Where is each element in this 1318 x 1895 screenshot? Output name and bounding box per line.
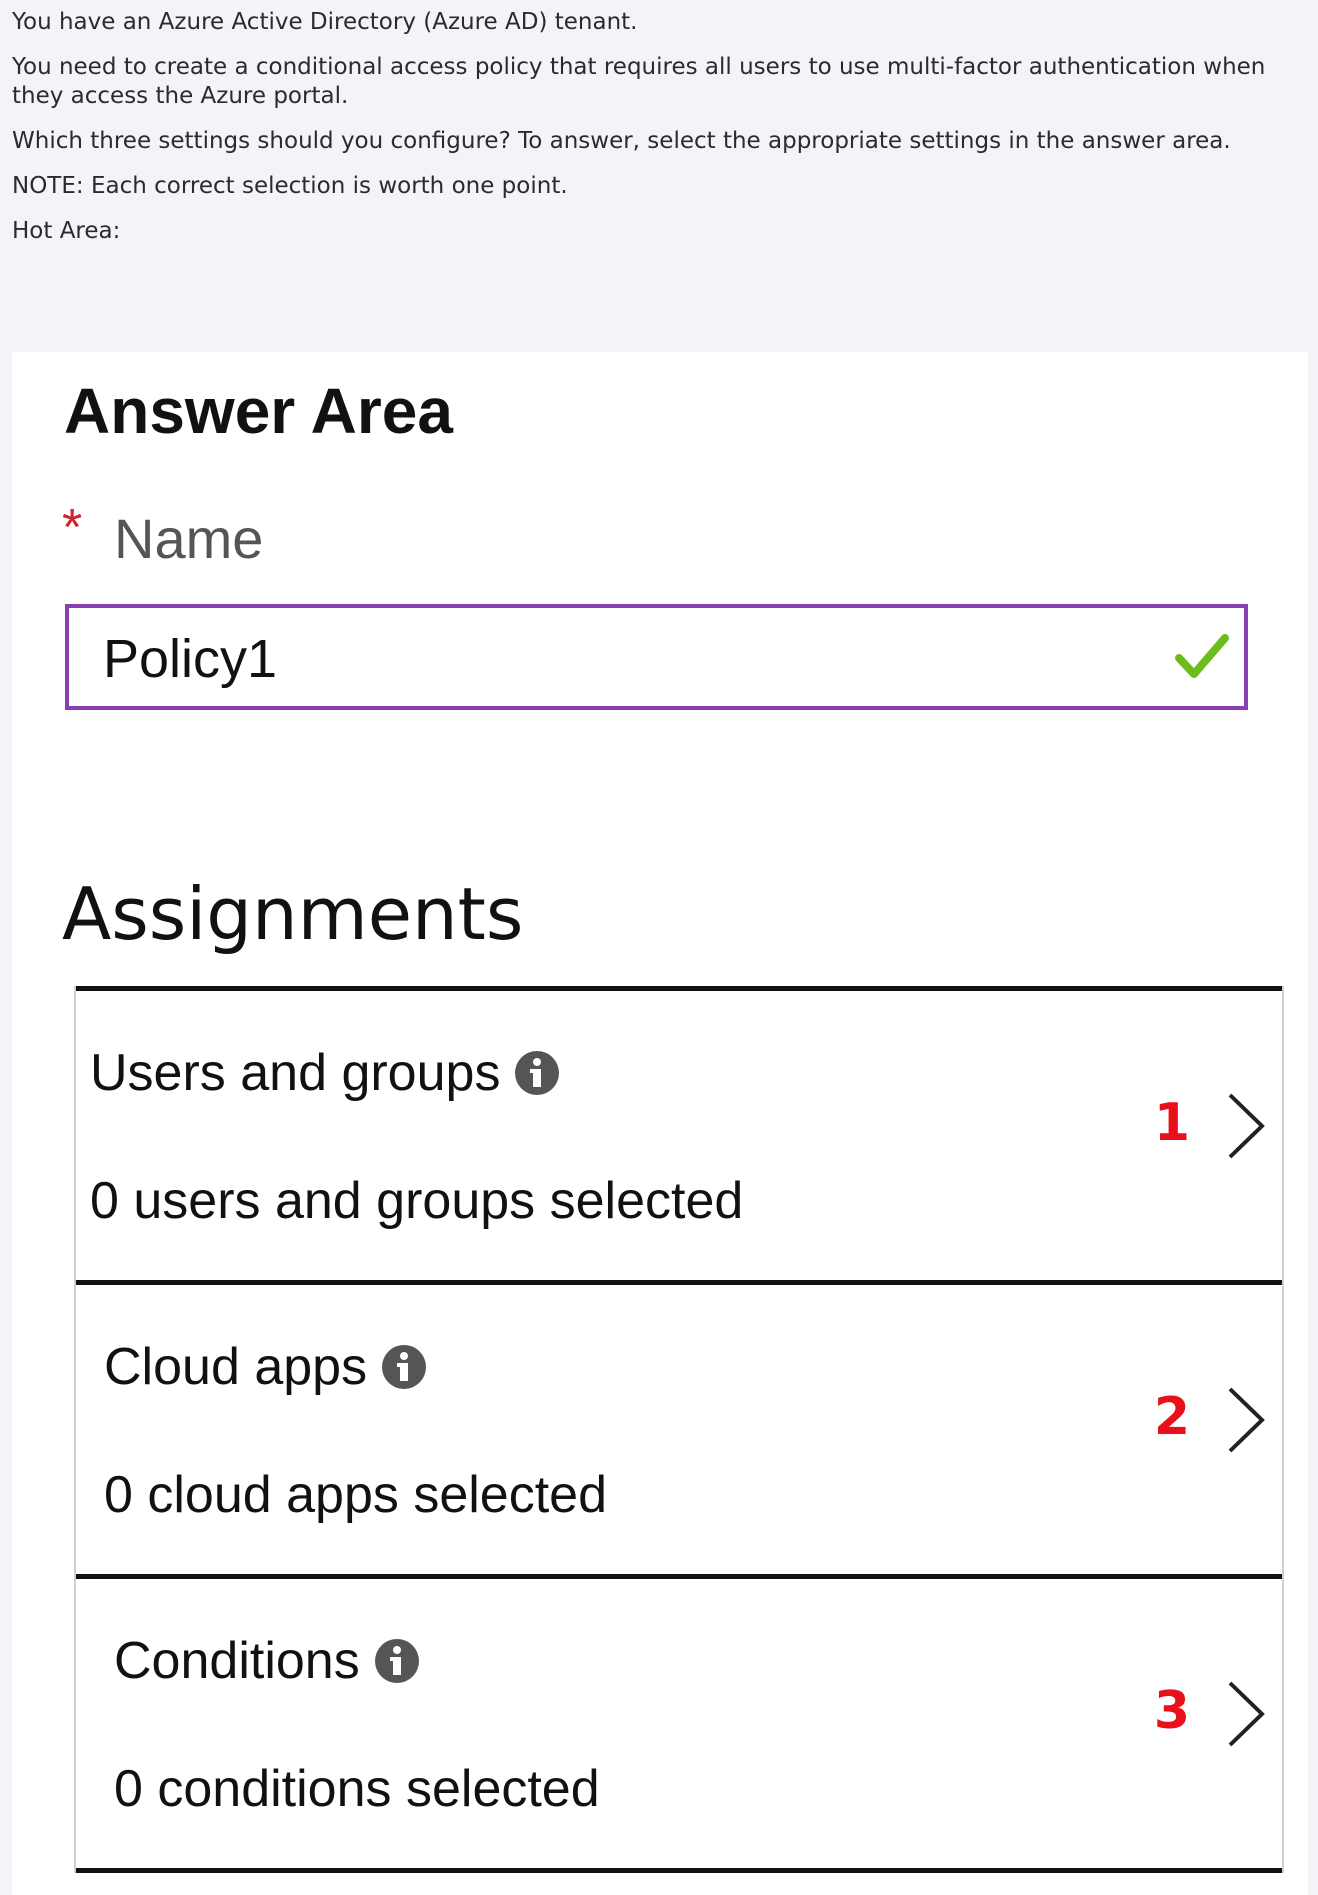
question-line: Which three settings should you configur…: [12, 128, 1231, 154]
row-summary: 0 users and groups selected: [90, 1172, 744, 1230]
info-icon: [382, 1345, 427, 1389]
chevron-right-icon[interactable]: [1224, 1091, 1268, 1161]
row-summary: 0 cloud apps selected: [104, 1466, 608, 1524]
answer-area: Answer Area * Name Policy1 Assignments U…: [12, 352, 1308, 1895]
answer-area-title: Answer Area: [64, 375, 453, 447]
required-marker: *: [62, 499, 83, 557]
info-icon: [515, 1051, 560, 1095]
question-line: You need to create a conditional access …: [12, 54, 1266, 109]
assignment-row-conditions[interactable]: Conditions 0 conditions selected 3: [76, 1574, 1282, 1873]
row-title: Cloud apps: [104, 1337, 427, 1397]
chevron-right-icon[interactable]: [1224, 1679, 1268, 1749]
name-input[interactable]: Policy1: [65, 604, 1248, 710]
hotspot-number: 3: [1153, 1681, 1190, 1741]
row-title-text: Conditions: [114, 1632, 360, 1690]
assignment-row-users-and-groups[interactable]: Users and groups 0 users and groups sele…: [76, 986, 1282, 1280]
row-title-text: Cloud apps: [104, 1338, 368, 1396]
hotspot-number: 1: [1153, 1093, 1190, 1153]
chevron-right-icon[interactable]: [1224, 1385, 1268, 1455]
hotspot-number: 2: [1153, 1387, 1190, 1447]
question-line: You have an Azure Active Directory (Azur…: [12, 9, 638, 35]
question-line: Hot Area:: [12, 218, 121, 244]
check-icon: [1175, 634, 1229, 678]
question-text: You have an Azure Active Directory (Azur…: [12, 8, 1302, 262]
row-summary: 0 conditions selected: [114, 1760, 600, 1818]
question-line: NOTE: Each correct selection is worth on…: [12, 173, 568, 199]
name-label: Name: [114, 507, 264, 570]
name-input-value: Policy1: [103, 629, 278, 689]
assignments-list: Users and groups 0 users and groups sele…: [74, 986, 1284, 1873]
row-title: Conditions: [114, 1631, 420, 1691]
info-icon: [374, 1639, 419, 1683]
row-title-text: Users and groups: [90, 1044, 501, 1102]
row-title: Users and groups: [90, 1043, 560, 1103]
assignment-row-cloud-apps[interactable]: Cloud apps 0 cloud apps selected 2: [76, 1280, 1282, 1574]
assignments-heading: Assignments: [62, 872, 524, 956]
